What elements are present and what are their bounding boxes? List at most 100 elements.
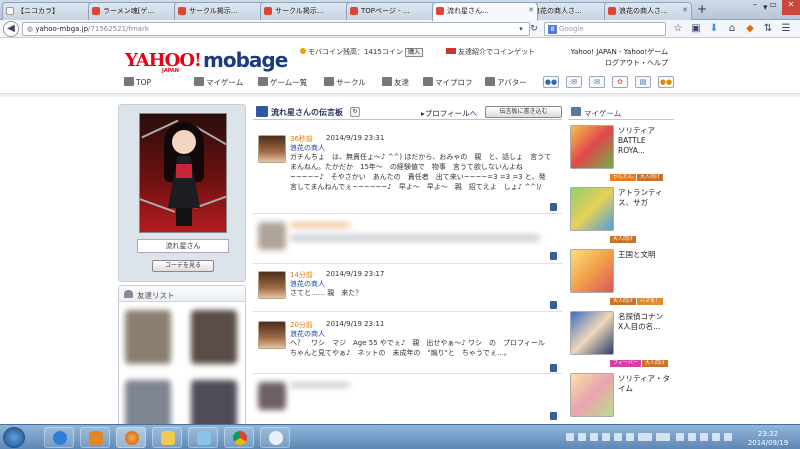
coin-buy-button[interactable]: 購入 [405,48,424,57]
bookmark-star-icon[interactable]: ☆ [672,23,684,35]
address-bar[interactable]: ◍ yahoo-mbga.jp/71562521/fmark [22,22,530,36]
taskbar-media[interactable] [80,427,110,448]
nav-top[interactable]: TOP [124,77,151,87]
message-icon[interactable]: ✉ [589,76,605,88]
mygame-item[interactable]: アトランティス、サガ 大人向け [568,184,674,244]
start-button[interactable] [3,427,25,448]
global-nav: TOP マイゲーム ゲーム一覧 サークル 友達 マイプロフ アバター ●● ✉ … [120,74,674,90]
bookmarks-icon[interactable]: ▣ [690,23,702,35]
system-tray: 23:32 2014/09/19 [566,429,800,447]
mygame-item[interactable]: 名探偵コナン X人目の名... フィーバー 大人向け [568,308,674,368]
tray-icon[interactable] [578,433,586,441]
mygame-item[interactable]: ソリティア BATTLE ROYA... かんたん 大人向け [568,122,674,182]
author-avatar[interactable] [258,321,286,349]
game-thumbnail[interactable] [570,125,614,169]
menu-icon[interactable]: ☰ [780,23,792,35]
ime-icon[interactable] [638,433,652,441]
trash-icon[interactable] [550,203,557,211]
reload-icon[interactable]: ↻ [528,23,540,35]
game-name[interactable]: アトランティス、サガ [618,188,674,208]
network-icon[interactable] [712,433,720,441]
tab-6-active[interactable]: 流れ星さん... ✕ [432,2,538,21]
friend-avatar-blurred[interactable] [125,310,171,364]
author-avatar[interactable] [258,135,286,163]
game-thumbnail[interactable] [570,187,614,231]
nav-mygame[interactable]: マイゲーム [194,77,243,88]
tab-8[interactable]: 浪花の商人さ... ✕ [604,2,692,20]
game-tag: 大人向け [641,360,668,367]
trash-icon[interactable] [550,252,557,260]
download-icon[interactable]: ⬇ [708,23,720,35]
clock[interactable]: 23:32 2014/09/19 [738,430,798,448]
tray-icon[interactable] [614,433,622,441]
coin-menu-icon[interactable]: ●● [658,76,674,88]
sync-icon[interactable]: ⇅ [762,23,774,35]
taskbar-explorer[interactable] [152,427,182,448]
taskbar-chrome[interactable] [224,427,254,448]
nav-circle[interactable]: サークル [324,77,366,88]
flag-icon[interactable] [700,433,708,441]
reload-icon[interactable]: ↻ [350,107,360,117]
diary-icon[interactable]: ▤ [635,76,651,88]
close-icon[interactable]: ✕ [528,6,534,14]
search-input[interactable]: 8 Google [544,22,666,36]
nav-friends[interactable]: 友達 [382,77,409,88]
avatar-image[interactable] [139,113,227,233]
author-avatar[interactable] [258,271,286,299]
mail-icon[interactable]: ✉ [566,76,582,88]
tray-icon[interactable] [626,433,634,441]
friend-avatar-blurred[interactable] [191,310,237,364]
author-avatar-blurred[interactable] [258,222,286,250]
volume-icon[interactable] [724,433,732,441]
addon-icon[interactable]: ◆ [744,23,756,35]
minimize-icon[interactable]: – [746,0,764,15]
taskbar-ie[interactable] [44,427,74,448]
maximize-icon[interactable]: ▭ [764,0,782,15]
game-name[interactable]: 王国と文明 [618,250,674,260]
post-text: さてと…… 親 来た？ [290,289,363,297]
notice-icon[interactable]: ●● [543,76,559,88]
game-name[interactable]: ソリティア・タイム [618,374,674,394]
back-button[interactable]: ◀ [3,21,19,37]
trash-icon[interactable] [550,412,557,420]
game-thumbnail[interactable] [570,373,614,417]
mygame-item[interactable]: 王国と文明 大人向け ハマる！ [568,246,674,306]
nav-myprofile[interactable]: マイプロフ [423,77,473,88]
profile-link[interactable]: ▸プロフィールへ [421,108,477,119]
nav-top-label: TOP [136,78,152,87]
author-avatar-blurred[interactable] [258,382,286,410]
close-icon[interactable]: ✕ [682,6,688,14]
present-icon[interactable]: ✿ [612,76,628,88]
taskbar-app[interactable] [188,427,218,448]
taskbar-network-app[interactable] [260,427,290,448]
tray-icon[interactable] [688,433,696,441]
tray-icon[interactable] [602,433,610,441]
trash-icon[interactable] [550,301,557,309]
game-thumbnail[interactable] [570,311,614,355]
taskbar-firefox[interactable] [116,427,146,448]
view-coordinate-button[interactable]: コーデを見る [152,260,214,272]
friend-invite-link[interactable]: 友達紹介でコインゲット [446,47,535,57]
coin-balance: モバコイン残高：1415コイン 購入 [300,47,424,57]
window-close-icon[interactable]: ✕ [782,0,800,15]
game-name[interactable]: ソリティア BATTLE ROYA... [618,126,674,156]
dropdown-icon[interactable]: ▾ [515,23,527,35]
tray-icon[interactable] [566,433,574,441]
write-board-button[interactable]: 伝言板に書き込む [485,106,562,118]
yahoo-links[interactable]: Yahoo! JAPAN - Yahoo!ゲーム [560,47,668,58]
tray-icon[interactable] [590,433,598,441]
mygame-item[interactable]: ソリティア・タイム [568,370,674,430]
game-name[interactable]: 名探偵コナン X人目の名... [618,312,674,332]
tab-label: 流れ星さん... [447,7,489,15]
trash-icon[interactable] [550,364,557,372]
tray-icon[interactable] [676,433,684,441]
logout-help-links[interactable]: ログアウト・ヘルプ [560,58,668,69]
site-logo[interactable]: YAHOO! JAPAN mobage [125,45,295,77]
nav-avatar[interactable]: アバター [485,77,527,88]
nav-gamelist[interactable]: ゲーム一覧 [258,77,307,88]
game-thumbnail[interactable] [570,249,614,293]
home-icon[interactable]: ⌂ [726,23,738,35]
new-tab-icon[interactable]: + [697,2,707,16]
ime-icon[interactable] [656,433,670,441]
mygame-title: マイゲーム [584,109,622,118]
